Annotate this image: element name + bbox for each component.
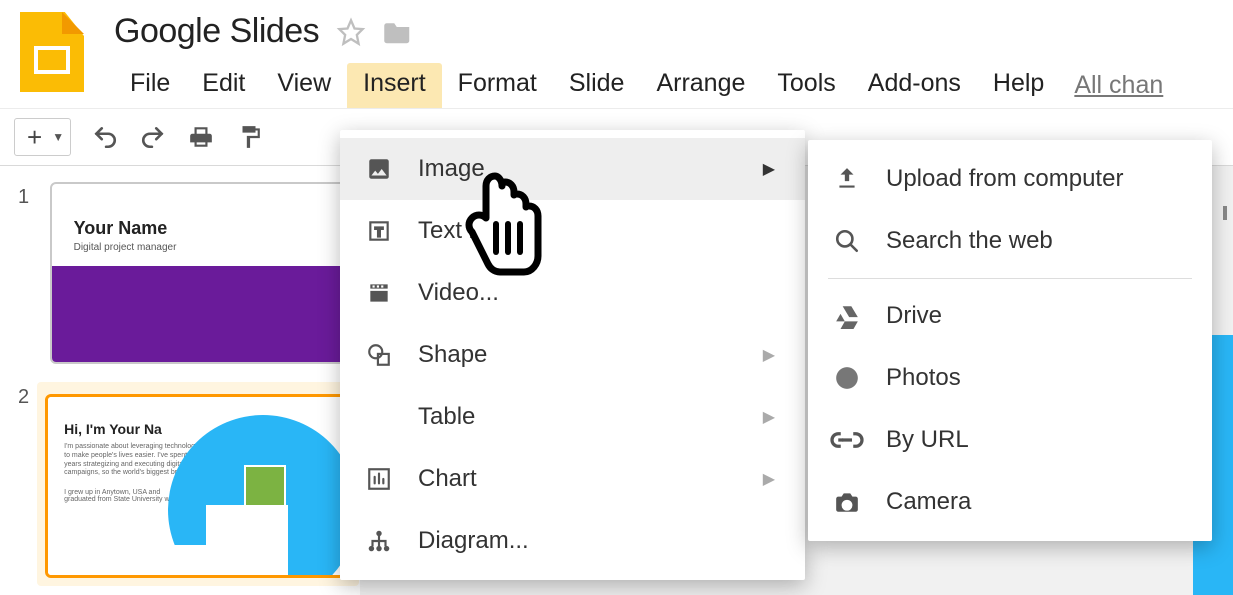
image-search-web[interactable]: Search the web [808,210,1212,272]
image-submenu: Upload from computer Search the web Driv… [808,140,1212,541]
submenu-arrow-icon: ▶ [713,159,775,179]
move-to-folder-icon[interactable] [383,19,413,45]
menu-help[interactable]: Help [977,63,1060,108]
menu-format[interactable]: Format [442,63,553,108]
status-link[interactable]: All chan [1074,71,1163,100]
slide-number: 1 [18,182,36,364]
menu-label: Table [418,403,475,431]
photos-icon [832,365,862,391]
insert-dropdown: Image ▶ T Text box Video... Shape ▶ Tabl… [340,130,805,580]
image-camera[interactable]: Camera [808,471,1212,533]
insert-chart[interactable]: Chart ▶ [340,448,805,510]
menu-view[interactable]: View [261,63,347,108]
svg-text:T: T [375,224,383,239]
paint-format-button[interactable] [229,117,269,157]
insert-text-box[interactable]: T Text box [340,200,805,262]
app-header: Google Slides File Edit View Insert Form… [0,0,1233,108]
chevron-down-icon: ▼ [48,130,64,144]
camera-icon [832,489,862,515]
link-icon [832,430,862,450]
slide-thumbnail[interactable]: Your Name Digital project manager [50,182,347,364]
upload-icon [832,166,862,192]
app-icon [20,12,84,92]
slide1-title: Your Name [74,218,168,239]
image-icon [364,156,394,182]
menu-label: Diagram... [418,527,529,555]
menu-label: By URL [886,426,969,454]
menu-file[interactable]: File [114,63,186,108]
menu-label: Image [418,155,485,183]
slide-thumbnail[interactable]: Hi, I'm Your Na I'm passionate about lev… [45,394,351,578]
menu-label: Search the web [886,227,1053,255]
chart-icon [364,466,394,492]
image-upload[interactable]: Upload from computer [808,148,1212,210]
insert-table[interactable]: Table ▶ [340,386,805,448]
doc-title[interactable]: Google Slides [114,12,319,51]
search-icon [832,228,862,254]
insert-shape[interactable]: Shape ▶ [340,324,805,386]
insert-video[interactable]: Video... [340,262,805,324]
ruler-tick [1223,206,1227,220]
menu-addons[interactable]: Add-ons [852,63,977,108]
insert-image[interactable]: Image ▶ [340,138,805,200]
slide-thumb-2[interactable]: 2 Hi, I'm Your Na I'm passionate about l… [18,382,347,586]
menu-insert[interactable]: Insert [347,63,442,108]
slide-panel[interactable]: 1 Your Name Digital project manager 2 Hi… [0,166,360,595]
menu-label: Text box [418,217,507,245]
menu-label: Video... [418,279,499,307]
menubar: File Edit View Insert Format Slide Arran… [114,63,1163,108]
slide2-title: Hi, I'm Your Na [64,421,162,437]
shape-icon [364,342,394,368]
text-box-icon: T [364,218,394,244]
menu-divider [828,278,1192,279]
submenu-arrow-icon: ▶ [713,407,775,427]
slide-thumb-1[interactable]: 1 Your Name Digital project manager [18,182,347,364]
redo-button[interactable] [133,117,173,157]
plus-icon: + [21,122,48,153]
image-drive[interactable]: Drive [808,285,1212,347]
video-icon [364,280,394,306]
star-icon[interactable] [337,18,365,46]
menu-label: Photos [886,364,961,392]
submenu-arrow-icon: ▶ [713,345,775,365]
menu-tools[interactable]: Tools [761,63,851,108]
slide1-purple-bar [52,266,345,362]
menu-label: Camera [886,488,971,516]
drive-icon [832,303,862,329]
new-slide-button[interactable]: + ▼ [14,118,71,156]
slide-number: 2 [18,382,29,586]
print-button[interactable] [181,117,221,157]
image-photos[interactable]: Photos [808,347,1212,409]
menu-arrange[interactable]: Arrange [640,63,761,108]
image-by-url[interactable]: By URL [808,409,1212,471]
menu-label: Upload from computer [886,165,1123,193]
menu-edit[interactable]: Edit [186,63,261,108]
slide1-subtitle: Digital project manager [74,242,177,253]
insert-diagram[interactable]: Diagram... [340,510,805,572]
menu-label: Chart [418,465,477,493]
menu-label: Drive [886,302,942,330]
menu-slide[interactable]: Slide [553,63,641,108]
undo-button[interactable] [85,117,125,157]
diagram-icon [364,528,394,554]
menu-label: Shape [418,341,487,369]
submenu-arrow-icon: ▶ [713,469,775,489]
